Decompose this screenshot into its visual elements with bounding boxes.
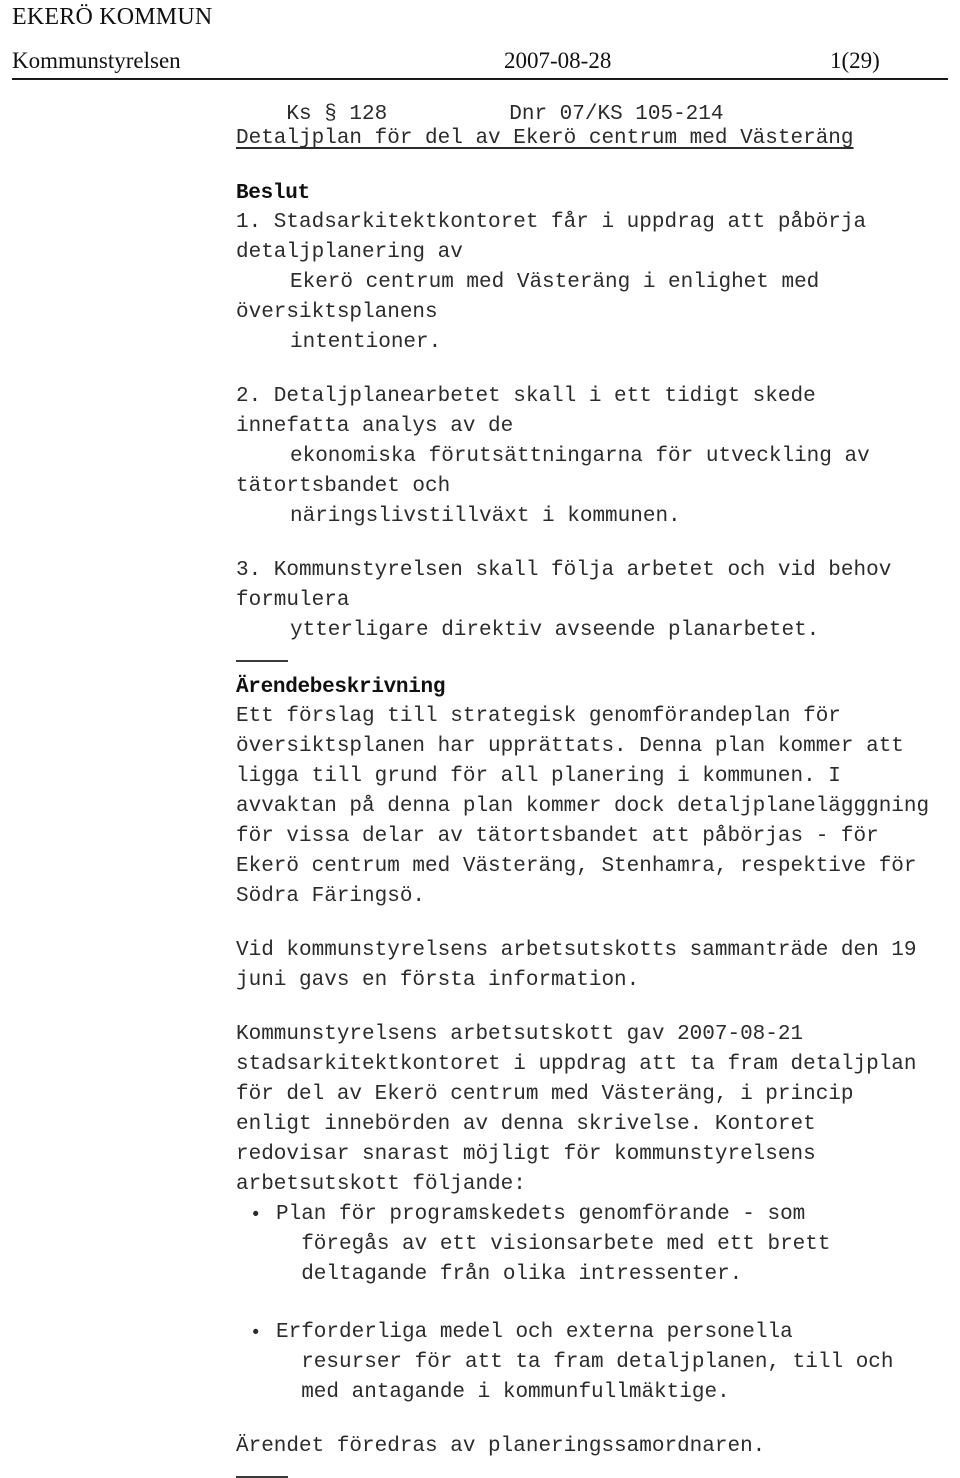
document-header: Kommunstyrelsen 2007-08-28 1(29) [12, 48, 948, 78]
paragraph-1-line-4: avvaktan på denna plan kommer dock detal… [236, 795, 930, 818]
arendebeskrivning-paragraph-2: Vid kommunstyrelsens arbetsutskotts samm… [236, 936, 960, 996]
list-item: • Plan för programskedets genomförande -… [236, 1200, 960, 1290]
paragraph-3-line-4: enligt innebörden av denna skrivelse. Ko… [236, 1113, 816, 1136]
beslut-item-3-line-1: 3. Kommunstyrelsen skall följa arbetet o… [236, 559, 892, 582]
beslut-item-2-line-4: tätortsbandet och [236, 475, 451, 498]
case-number: Ks § 128 [286, 103, 388, 126]
header-date: 2007-08-28 [504, 48, 612, 73]
document-page: EKERÖ KOMMUN Kommunstyrelsen 2007-08-28 … [0, 0, 960, 1478]
header-unit: Kommunstyrelsen [12, 48, 181, 73]
list-item: • Erforderliga medel och externa persone… [236, 1318, 960, 1408]
bullet-1-line-3: deltagande från olika intressenter. [276, 1263, 743, 1286]
paragraph-3-line-1: Kommunstyrelsens arbetsutskott gav 2007-… [236, 1023, 804, 1046]
beslut-heading: Beslut [236, 182, 310, 205]
paragraph-3-line-5: redovisar snarast möjligt för kommunstyr… [236, 1143, 816, 1166]
paragraph-3-line-2: stadsarkitektkontoret i uppdrag att ta f… [236, 1053, 917, 1076]
beslut-item-1-line-5: intentioner. [290, 331, 442, 354]
beslut-item-2-line-5: näringslivstillväxt i kommunen. [290, 505, 681, 528]
bullet-1-line-1: Plan för programskedets genomförande - s… [276, 1203, 806, 1226]
paragraph-3-line-6: arbetsutskott följande: [236, 1173, 526, 1196]
bullet-2-line-1: Erforderliga medel och externa personell… [276, 1321, 793, 1344]
closing-line: Ärendet föredras av planeringssamordnare… [236, 1435, 766, 1458]
paragraph-3-line-3: för del av Ekerö centrum med Västeräng, … [236, 1083, 854, 1106]
page-title: Detaljplan för del av Ekerö centrum med … [236, 127, 854, 150]
beslut-item-2-line-2: innefatta analys av de [236, 415, 514, 438]
paragraph-1-line-7: Södra Färingsö. [236, 885, 426, 908]
beslut-item-2: 2. Detaljplanearbetet skall i ett tidigt… [236, 382, 960, 532]
beslut-item-1: 1. Stadsarkitektkontoret får i uppdrag a… [236, 208, 960, 358]
bullet-icon: • [250, 1204, 262, 1226]
paragraph-1-line-6: Ekerö centrum med Västeräng, Stenhamra, … [236, 855, 917, 878]
arendebeskrivning-paragraph-1: Ett förslag till strategisk genomförande… [236, 702, 960, 912]
beslut-section-divider [236, 660, 288, 662]
paragraph-1-line-3: ligga till grund för all planering i kom… [236, 765, 841, 788]
beslut-item-2-line-1: 2. Detaljplanearbetet skall i ett tidigt… [236, 385, 816, 408]
dnr-number: Dnr 07/KS 105-214 [509, 103, 724, 126]
bullet-icon: • [250, 1322, 262, 1344]
paragraph-1-line-5: för vissa delar av tätortsbandet att påb… [236, 825, 879, 848]
beslut-item-3: 3. Kommunstyrelsen skall följa arbetet o… [236, 556, 960, 646]
arendebeskrivning-heading: Ärendebeskrivning [236, 676, 446, 699]
paragraph-2-line-1: Vid kommunstyrelsens arbetsutskotts samm… [236, 939, 917, 962]
beslut-item-1-line-4: översiktsplanens [236, 301, 438, 324]
beslut-item-1-line-2: detaljplanering av [236, 241, 463, 264]
bullet-2-line-3: med antagande i kommunfullmäktige. [276, 1381, 730, 1404]
bullet-1-line-2: föregås av ett visionsarbete med ett bre… [276, 1233, 831, 1256]
requirements-list: • Plan för programskedets genomförande -… [236, 1200, 960, 1408]
beslut-item-3-line-3: ytterligare direktiv avseende planarbete… [290, 619, 820, 642]
bullet-2-line-2: resurser för att ta fram detaljplanen, t… [276, 1351, 894, 1374]
letterhead-organisation: EKERÖ KOMMUN [12, 4, 213, 30]
paragraph-2-line-2: juni gavs en första information. [236, 969, 640, 992]
beslut-item-3-line-2: formulera [236, 589, 350, 612]
paragraph-1-line-2: översiktsplanen har upprättats. Denna pl… [236, 735, 904, 758]
beslut-item-2-line-3: ekonomiska förutsättningarna för utveckl… [290, 445, 870, 468]
header-page-number: 1(29) [830, 48, 880, 73]
document-body: Detaljplan för del av Ekerö centrum med … [236, 124, 960, 1478]
arendebeskrivning-paragraph-3: Kommunstyrelsens arbetsutskott gav 2007-… [236, 1020, 960, 1200]
paragraph-1-line-1: Ett förslag till strategisk genomförande… [236, 705, 841, 728]
beslut-item-1-line-1: 1. Stadsarkitektkontoret får i uppdrag a… [236, 211, 867, 234]
beslut-item-1-line-3: Ekerö centrum med Västeräng i enlighet m… [290, 271, 820, 294]
